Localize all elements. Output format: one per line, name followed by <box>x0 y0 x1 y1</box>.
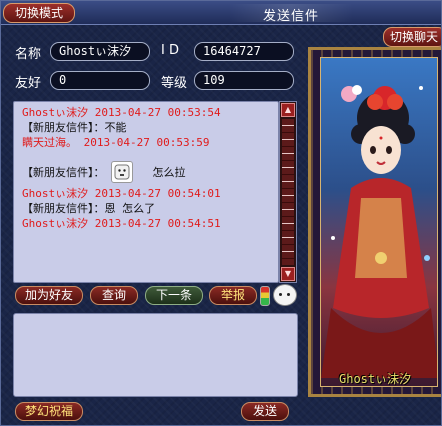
id-label: I D <box>161 43 179 58</box>
chat-message: 怎么拉 <box>152 166 186 179</box>
friendship-label: 友好 <box>15 76 42 91</box>
mail-window: 切换模式 发送信件 名称 Ghostぃ沫汐 I D 16464727 友好 0 … <box>0 0 442 426</box>
switch-mode-button[interactable]: 切换模式 <box>3 3 75 23</box>
report-button[interactable]: 举报 <box>209 286 257 305</box>
name-label: 名称 <box>15 47 42 62</box>
scroll-down-icon[interactable]: ▼ <box>281 267 295 281</box>
chat-message: 【新朋友信件】： <box>22 166 105 179</box>
add-friend-button[interactable]: 加为好友 <box>15 286 83 305</box>
chat-message: 【新朋友信件】：不能 <box>22 121 127 134</box>
next-message-button[interactable]: 下一条 <box>145 286 203 305</box>
level-label: 等级 <box>161 76 188 91</box>
level-field: 109 <box>194 71 294 90</box>
title-bar: 切换模式 发送信件 <box>1 1 441 25</box>
query-button[interactable]: 查询 <box>90 286 138 305</box>
pet-face-icon[interactable] <box>273 284 297 306</box>
ghost-emoji-icon <box>110 161 133 183</box>
signal-light-icon <box>260 286 270 306</box>
chat-message-with-emoji: 【新朋友信件】： 怎么拉 <box>22 158 278 186</box>
send-button[interactable]: 发送 <box>241 402 289 421</box>
chat-timestamp: Ghostぃ沫汐 2013-04-27 00:53:54 <box>22 106 221 119</box>
character-art-icon <box>321 85 437 378</box>
chat-timestamp: 瞒天过海。 2013-04-27 00:53:59 <box>22 136 210 149</box>
blessing-button[interactable]: 梦幻祝福 <box>15 402 83 421</box>
chat-scrollbar[interactable]: ▲ ▼ <box>279 101 297 283</box>
friendship-field: 0 <box>50 71 150 90</box>
scroll-up-icon[interactable]: ▲ <box>281 103 295 117</box>
character-portrait: Ghostぃ沫汐 <box>320 57 438 387</box>
message-input[interactable] <box>13 313 298 397</box>
scroll-track[interactable] <box>282 119 294 265</box>
portrait-caption: Ghostぃ沫汐 <box>339 372 412 386</box>
switch-chat-button[interactable]: 切换聊天 <box>383 27 441 47</box>
chat-history: Ghostぃ沫汐 2013-04-27 00:53:54 【新朋友信件】：不能 … <box>13 101 279 283</box>
chat-timestamp: Ghostぃ沫汐 2013-04-27 00:54:01 <box>22 187 221 200</box>
window-title: 发送信件 <box>262 9 319 24</box>
chat-message: 【新朋友信件】：恩 怎么了 <box>22 202 156 215</box>
chat-timestamp: Ghostぃ沫汐 2013-04-27 00:54:51 <box>22 217 221 230</box>
id-field: 16464727 <box>194 42 294 61</box>
name-field: Ghostぃ沫汐 <box>50 42 150 61</box>
